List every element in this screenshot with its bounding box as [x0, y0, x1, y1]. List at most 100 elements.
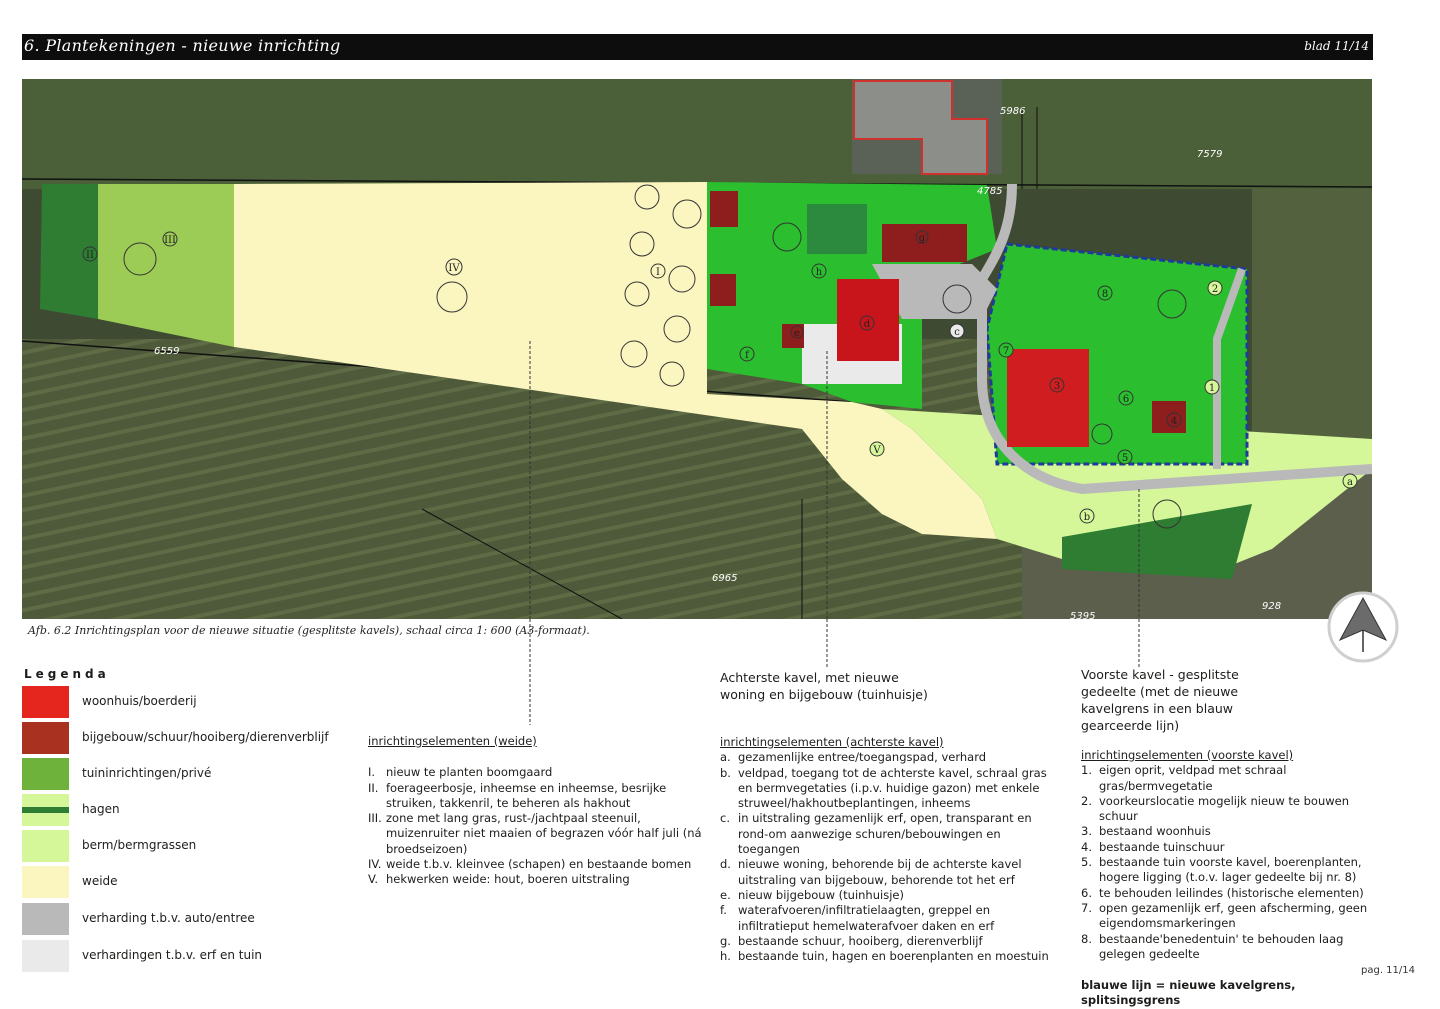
- achter-list: a. gezamenlijke entree/toegangspad, verha…: [720, 750, 1060, 964]
- page-title: 6. Plantekeningen - nieuwe inrichting: [24, 36, 341, 55]
- list-item: II. foerageerbosje, inheemse en inheemse,…: [368, 781, 708, 812]
- list-item-text: waterafvoeren/infiltratielaagten, greppe…: [738, 903, 995, 933]
- marker-g: g: [919, 233, 926, 244]
- list-item: d. nieuwe woning, behorende bij de achter…: [720, 857, 1060, 888]
- list-item-number: 4.: [1081, 839, 1092, 854]
- marker-a: a: [1347, 477, 1353, 488]
- list-item: 7. open gezamenlijk erf, geen afscherming…: [1081, 901, 1381, 932]
- list-item-number: 8.: [1081, 931, 1092, 946]
- list-item-text: veldpad, toegang tot de achterste kavel,…: [738, 765, 1047, 811]
- legend-item: woonhuis/boerderij: [22, 686, 342, 718]
- legend-item: weide: [22, 866, 342, 898]
- list-item-number: h.: [720, 949, 731, 964]
- legend-swatch: [22, 940, 69, 972]
- marker-III: III: [164, 235, 176, 246]
- list-item: 3. bestaand woonhuis: [1081, 824, 1381, 839]
- marker-7: 7: [1003, 346, 1009, 357]
- marker-4: 4: [1171, 416, 1177, 427]
- list-item-number: I.: [368, 765, 376, 780]
- aerial-top-field: [22, 79, 1372, 189]
- list-item-number: b.: [720, 765, 731, 780]
- list-item-number: c.: [720, 811, 730, 826]
- weide-heading: inrichtingselementen (weide): [368, 734, 537, 748]
- marker-5: 5: [1122, 453, 1128, 464]
- list-item-number: e.: [720, 887, 731, 902]
- list-item-text: bestaande'benedentuin' te behouden laag …: [1099, 931, 1344, 961]
- list-item: 1. eigen oprit, veldpad met schraal gras/…: [1081, 763, 1381, 794]
- vegetable-garden: [807, 204, 867, 254]
- list-item-text: weide t.b.v. kleinvee (schapen) en besta…: [386, 857, 692, 872]
- legend-label: tuininrichtingen/privé: [82, 766, 212, 780]
- weide-list: I. nieuw te planten boomgaard II. foerageer…: [368, 765, 708, 887]
- list-item-text: bestaand woonhuis: [1099, 824, 1211, 839]
- list-item-number: d.: [720, 857, 731, 872]
- list-item: f. waterafvoeren/infiltratielaagten, grep…: [720, 903, 1060, 934]
- legend-label: verhardingen t.b.v. erf en tuin: [82, 948, 263, 962]
- list-item-text: nieuw bijgebouw (tuinhuisje): [738, 887, 904, 902]
- list-item-text: te behouden leilindes (historische eleme…: [1099, 885, 1364, 900]
- list-item-text: eigen oprit, veldpad met schraal gras/be…: [1099, 763, 1287, 793]
- list-item-text: hekwerken weide: hout, boeren uitstralin…: [386, 872, 630, 887]
- legend-swatch: [22, 758, 69, 790]
- voor-intro: Voorste kavel - gesplitste gedeelte (met…: [1081, 667, 1239, 733]
- legend-title: Legenda: [24, 667, 110, 681]
- legend-label: verharding t.b.v. auto/entree: [82, 911, 255, 925]
- legend-item: hagen: [22, 794, 342, 826]
- list-item-text: in uitstraling gezamenlijk erf, open, tr…: [738, 811, 1032, 857]
- long-grass-zone: [98, 184, 234, 347]
- marker-2: 2: [1212, 284, 1218, 295]
- marker-3: 3: [1054, 381, 1060, 392]
- voor-list: 1. eigen oprit, veldpad met schraal gras/…: [1081, 763, 1381, 962]
- list-item-number: g.: [720, 933, 731, 948]
- marker-I: I: [656, 267, 660, 278]
- list-item-number: 3.: [1081, 824, 1092, 839]
- legend-swatch: [22, 903, 69, 935]
- list-item-text: open gezamenlijk erf, geen afscherming, …: [1099, 900, 1368, 931]
- marker-8: 8: [1102, 289, 1108, 300]
- legend-item: bijgebouw/schuur/hooiberg/dierenverblijf: [22, 722, 342, 754]
- list-item: 2. voorkeurslocatie mogelijk nieuw te bou…: [1081, 794, 1381, 825]
- voor-column: Voorste kavel - gesplitste gedeelte (met…: [1081, 666, 1381, 1009]
- list-item: IV. weide t.b.v. kleinvee (schapen) en be…: [368, 857, 708, 872]
- legend-item: tuininrichtingen/privé: [22, 758, 342, 790]
- list-item: g. bestaande schuur, hooiberg, dierenverb…: [720, 934, 1060, 949]
- list-item: V. hekwerken weide: hout, boeren uitstral…: [368, 872, 708, 887]
- barn-g2: [710, 191, 738, 227]
- marker-IV: IV: [448, 263, 460, 274]
- boundary-note: blauwe lijn = nieuwe kavelgrens, splitsi…: [1081, 978, 1296, 1008]
- list-item: b. veldpad, toegang tot de achterste kave…: [720, 766, 1060, 812]
- marker-1: 1: [1209, 383, 1215, 394]
- voor-heading: inrichtingselementen (voorste kavel): [1081, 748, 1294, 762]
- list-item-text: bestaande tuinschuur: [1099, 839, 1225, 854]
- list-item-number: 7.: [1081, 900, 1092, 915]
- barn-g3: [710, 274, 736, 306]
- list-item: 4. bestaande tuinschuur: [1081, 840, 1381, 855]
- legend-label: hagen: [82, 802, 120, 816]
- list-item: h. bestaande tuin, hagen en boerenplanten…: [720, 949, 1060, 964]
- list-item-text: bestaande tuin voorste kavel, boerenplan…: [1099, 855, 1362, 885]
- legend-label: weide: [82, 874, 118, 888]
- parcel-label: 6965: [712, 573, 737, 584]
- marker-b: b: [1084, 512, 1090, 523]
- achter-intro: Achterste kavel, met nieuwe woning en bi…: [720, 670, 928, 702]
- existing-house: [1007, 349, 1089, 447]
- parcel-label: 928: [1262, 601, 1281, 612]
- list-item: e. nieuw bijgebouw (tuinhuisje): [720, 888, 1060, 903]
- list-item: I. nieuw te planten boomgaard: [368, 765, 708, 780]
- parcel-label: 5986: [1000, 106, 1025, 117]
- achter-heading: inrichtingselementen (achterste kavel): [720, 735, 944, 749]
- header-bar: 6. Plantekeningen - nieuwe inrichting bl…: [22, 34, 1373, 60]
- list-item-number: 1.: [1081, 763, 1092, 778]
- list-item-text: zone met lang gras, rust-/jachtpaal stee…: [386, 811, 702, 856]
- list-item-number: 5.: [1081, 855, 1092, 870]
- legend-swatch: [22, 830, 69, 862]
- sheet-number: blad 11/14: [1304, 39, 1369, 53]
- list-item-text: bestaande tuin, hagen en boerenplanten e…: [738, 949, 1049, 964]
- legend-label: bijgebouw/schuur/hooiberg/dierenverblijf: [82, 730, 329, 744]
- marker-6: 6: [1123, 394, 1129, 405]
- parcel-label: 5395: [1070, 611, 1095, 619]
- list-item-number: 6.: [1081, 885, 1092, 900]
- page-number: pag. 11/14: [1361, 965, 1415, 976]
- list-item-text: nieuw te planten boomgaard: [386, 765, 553, 780]
- list-item-text: nieuwe woning, behorende bij de achterst…: [738, 857, 1022, 887]
